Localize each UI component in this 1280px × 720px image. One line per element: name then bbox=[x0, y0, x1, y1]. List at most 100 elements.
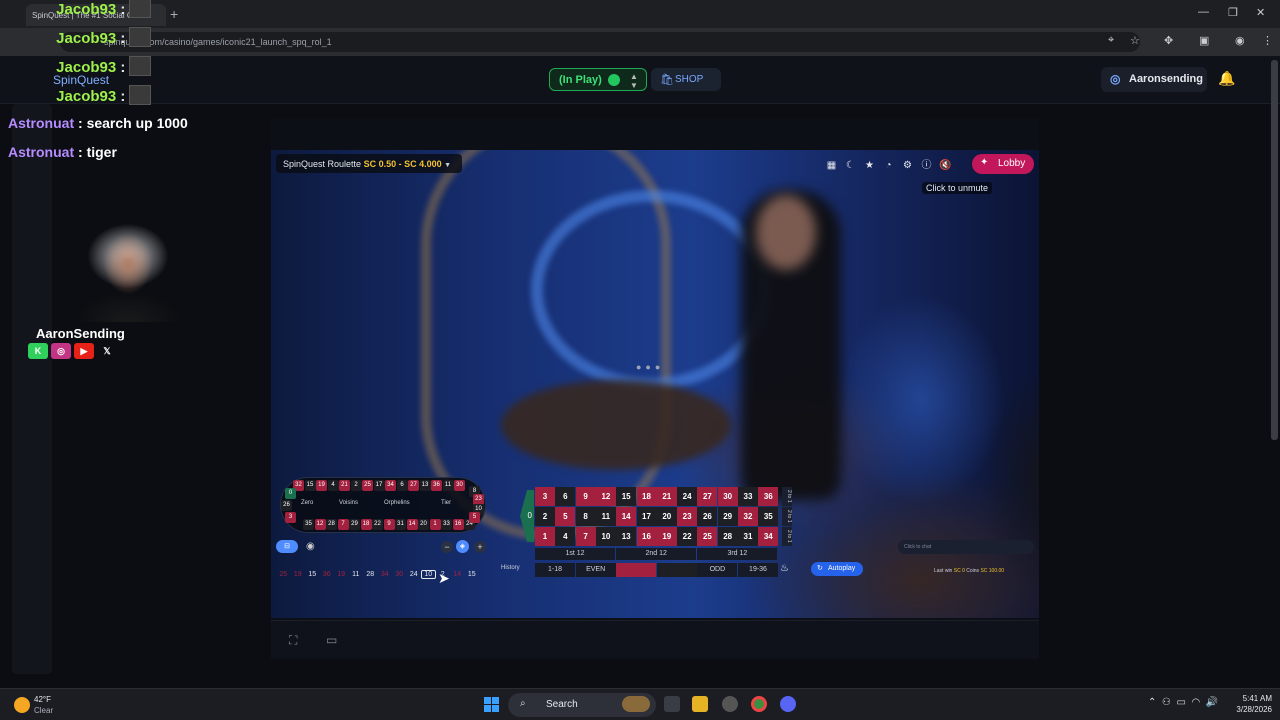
racetrack-number[interactable]: 16 bbox=[452, 519, 464, 530]
fullscreen-icon[interactable]: ⛶ bbox=[289, 633, 297, 648]
bet-number[interactable]: 16 bbox=[636, 527, 657, 546]
user-menu-button[interactable]: ◎ Aaronsending bbox=[1101, 67, 1207, 92]
racetrack-number[interactable]: 13 bbox=[419, 480, 431, 491]
game-chat-input[interactable]: Click to chat bbox=[898, 540, 1034, 554]
bet-zero[interactable]: 0 bbox=[520, 490, 534, 542]
column-bet[interactable]: 2 to 1 bbox=[782, 527, 792, 546]
racetrack-number[interactable]: 21 bbox=[339, 480, 350, 491]
column-bet[interactable]: 2 to 1 bbox=[782, 487, 792, 506]
racetrack-number[interactable]: 0 bbox=[285, 488, 296, 499]
lobby-button[interactable]: ✦ Lobby bbox=[972, 154, 1034, 174]
bet-number[interactable]: 8 bbox=[575, 507, 596, 526]
roulette-bet-table[interactable]: 0 3 6 9 12 15 18 21 24 27 30 33 36 2 5 8 11 14 17 20 23 26 29 3… bbox=[520, 486, 792, 580]
racetrack-section[interactable]: Orphelins bbox=[384, 500, 410, 506]
racetrack-number[interactable]: 33 bbox=[441, 519, 452, 530]
bet-number[interactable]: 18 bbox=[636, 487, 657, 506]
decrease-chip-button[interactable]: − bbox=[441, 541, 453, 553]
racetrack-number[interactable]: 28 bbox=[326, 519, 337, 530]
racetrack-number[interactable]: 35 bbox=[303, 519, 314, 530]
racetrack-number[interactable]: 9 bbox=[383, 519, 395, 530]
bet-number[interactable]: 36 bbox=[758, 487, 779, 506]
bet-number[interactable]: 27 bbox=[697, 487, 718, 506]
weather-widget[interactable]: 42°F Clear bbox=[14, 693, 94, 719]
racetrack-number[interactable]: 17 bbox=[373, 480, 385, 491]
close-icon[interactable]: ✕ bbox=[1256, 6, 1265, 19]
bet-number[interactable]: 19 bbox=[656, 527, 677, 546]
discord-icon[interactable] bbox=[780, 696, 796, 712]
racetrack-bet-panel[interactable]: 32 15 19 4 21 2 25 17 34 6 27 13 36 11 30 35 12 28 7 29 18 22… bbox=[280, 477, 486, 533]
chip-selector[interactable]: ◈ bbox=[456, 540, 469, 553]
outside-bet[interactable]: 1-18 bbox=[535, 563, 575, 577]
grid-icon[interactable]: ▦ bbox=[822, 160, 841, 171]
address-bar[interactable]: spinquest.com/casino/games/iconic21_laun… bbox=[60, 32, 1140, 52]
bet-number[interactable]: 22 bbox=[677, 527, 698, 546]
new-tab-button[interactable]: + bbox=[170, 6, 178, 22]
column-bet[interactable]: 2 to 1 bbox=[782, 507, 792, 526]
bet-number[interactable]: 7 bbox=[575, 527, 596, 546]
in-play-toggle[interactable]: (In Play) ▲ ▼ bbox=[549, 68, 647, 91]
bet-number[interactable]: 20 bbox=[656, 507, 677, 526]
dozen-bet[interactable]: 2nd 12 bbox=[616, 548, 697, 560]
search-highlight-icon[interactable] bbox=[622, 696, 650, 712]
bet-number[interactable]: 9 bbox=[575, 487, 596, 506]
racetrack-number[interactable]: 34 bbox=[385, 480, 396, 491]
windows-start-icon[interactable] bbox=[484, 697, 500, 713]
muted-speaker-icon[interactable]: 🔇 bbox=[936, 160, 955, 171]
racetrack-number[interactable]: 2 bbox=[350, 480, 362, 491]
bet-number[interactable]: 11 bbox=[595, 507, 616, 526]
racetrack-number[interactable]: 25 bbox=[362, 480, 373, 491]
theater-mode-icon[interactable]: ▭ bbox=[326, 633, 337, 647]
sidepanel-icon[interactable]: ▣ bbox=[1199, 34, 1209, 47]
bet-number[interactable]: 3 bbox=[535, 487, 555, 506]
bet-number[interactable]: 28 bbox=[717, 527, 738, 546]
racetrack-number[interactable]: 36 bbox=[431, 480, 442, 491]
racetrack-number[interactable]: 14 bbox=[406, 519, 418, 530]
bet-number[interactable]: 34 bbox=[758, 527, 779, 546]
camera-view-icon[interactable]: ◉ bbox=[306, 541, 315, 552]
view-toggle-button[interactable]: ⊟ bbox=[276, 540, 298, 553]
dozen-bet[interactable]: 1st 12 bbox=[535, 548, 615, 560]
racetrack-number[interactable]: 15 bbox=[304, 480, 316, 491]
racetrack-number[interactable]: 4 bbox=[327, 480, 339, 491]
bet-number[interactable]: 15 bbox=[616, 487, 637, 506]
bet-number[interactable]: 10 bbox=[595, 527, 616, 546]
racetrack-number[interactable]: 31 bbox=[395, 519, 406, 530]
racetrack-number[interactable]: 11 bbox=[442, 480, 454, 491]
racetrack-number[interactable]: 12 bbox=[314, 519, 326, 530]
outside-bet[interactable] bbox=[656, 563, 697, 577]
racetrack-number[interactable]: 18 bbox=[360, 519, 372, 530]
bet-number[interactable]: 5 bbox=[555, 507, 576, 526]
racetrack-number[interactable]: 20 bbox=[418, 519, 429, 530]
bet-number[interactable]: 13 bbox=[616, 527, 637, 546]
racetrack-number[interactable]: 19 bbox=[316, 480, 327, 491]
system-tray[interactable]: ⌃ ⚇ ▭ ◠ 🔊 bbox=[1148, 697, 1218, 708]
profile-icon[interactable]: ◉ bbox=[1235, 34, 1245, 47]
racetrack-section[interactable]: Zero bbox=[301, 500, 313, 506]
extensions-icon[interactable]: ✥ bbox=[1164, 34, 1173, 47]
racetrack-number[interactable]: 30 bbox=[454, 480, 465, 491]
settings-gear-icon[interactable]: ⚙ bbox=[898, 160, 917, 171]
bet-number[interactable]: 33 bbox=[738, 487, 758, 506]
bet-number[interactable]: 24 bbox=[677, 487, 698, 506]
outside-bet[interactable] bbox=[616, 563, 657, 577]
maximize-icon[interactable]: ❐ bbox=[1228, 6, 1238, 19]
bet-number[interactable]: 25 bbox=[697, 527, 718, 546]
racetrack-number[interactable]: 3 bbox=[285, 512, 296, 523]
racetrack-number[interactable]: 7 bbox=[337, 519, 349, 530]
bet-number[interactable]: 23 bbox=[677, 507, 698, 526]
racetrack-section[interactable]: Tier bbox=[441, 500, 451, 506]
racetrack-number[interactable]: 5 bbox=[469, 512, 480, 523]
bet-number[interactable]: 4 bbox=[555, 527, 576, 546]
theme-moon-icon[interactable]: ☾ bbox=[841, 160, 860, 171]
bet-number[interactable]: 12 bbox=[595, 487, 616, 506]
page-scrollbar[interactable] bbox=[1271, 60, 1278, 440]
info-icon[interactable]: ⓘ bbox=[917, 156, 936, 171]
bet-number[interactable]: 31 bbox=[738, 527, 758, 546]
game-title-dropdown[interactable]: SpinQuest Roulette SC 0.50 - SC 4.000 ▼ bbox=[276, 154, 462, 173]
minimize-icon[interactable]: — bbox=[1198, 6, 1209, 18]
shop-button[interactable]: 🛍 SHOP bbox=[651, 68, 721, 91]
outside-bet[interactable]: ODD bbox=[697, 563, 738, 577]
bet-number[interactable]: 17 bbox=[636, 507, 657, 526]
location-icon[interactable]: ⌖ bbox=[1108, 34, 1114, 47]
favorite-star-icon[interactable]: ★ bbox=[860, 160, 879, 171]
